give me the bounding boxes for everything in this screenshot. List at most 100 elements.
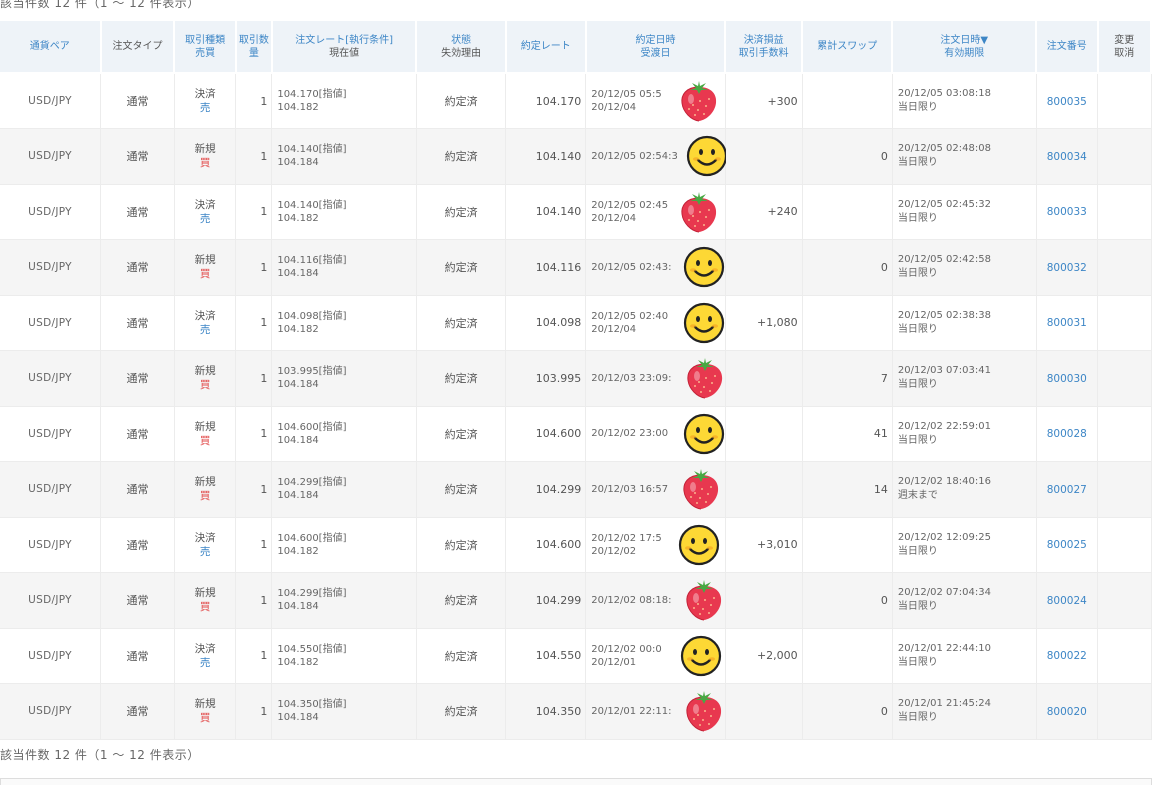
cell-exec-rate: 104.600 [505,517,587,573]
current-rate: 104.182 [277,545,319,557]
strawberry-sticker [678,79,720,123]
current-rate: 104.182 [277,323,319,335]
cell-status: 約定済 [416,295,507,351]
cell-order-rate: 104.600[指値] 104.182 [271,517,417,573]
order-number-link[interactable]: 800020 [1047,706,1087,718]
cell-order-type: 通常 [100,239,175,296]
cell-order-rate: 104.350[指値] 104.184 [271,683,417,740]
smiley-sticker [680,634,722,678]
trade-kind-label: 決済 [194,88,216,100]
current-rate: 104.184 [277,712,319,724]
side-label: 買 [199,490,211,503]
trade-kind-label: 決済 [194,309,216,322]
trade-kind-label: 新規 [194,420,216,433]
order-number-link[interactable]: 800033 [1047,206,1087,218]
order-number-link[interactable]: 800024 [1047,595,1087,607]
cell-quantity: 1 [235,517,273,573]
cell-trade-kind: 新規買 [174,461,237,518]
cell-exec-datetime: 20/12/02 00:0 20/12/01 [585,628,726,684]
cell-settlement-pl [725,350,803,407]
col-header-order-type: 注文タイプ [100,21,176,74]
order-number-link[interactable]: 800032 [1047,262,1087,274]
current-rate: 104.184 [277,268,319,280]
order-datetime: 20/12/02 22:59:01 [897,420,991,432]
cell-trade-kind: 新規買 [174,572,237,629]
cell-quantity: 1 [235,350,273,407]
cell-exec-rate: 104.098 [505,295,587,351]
cell-exec-datetime: 20/12/05 02:43: [585,239,726,296]
cell-trade-kind: 決済売 [174,184,237,240]
cell-settlement-pl: +2,000 [725,628,803,684]
cell-status: 約定済 [416,239,507,296]
cell-settlement-pl [725,406,803,462]
cell-cancel [1097,239,1152,296]
table-row: USD/JPY 通常 決済売 1 104.170[指値] 104.182 約定済 104.17… [0,73,1152,129]
cell-order-type: 通常 [100,517,175,573]
cell-order-type: 通常 [100,73,175,129]
order-number-link[interactable]: 800025 [1047,539,1087,551]
cell-pair: USD/JPY [0,295,102,351]
cell-trade-kind: 新規買 [174,239,237,296]
order-datetime: 20/12/01 21:45:24 [897,698,991,710]
order-rate: 104.299[指値] [277,588,347,600]
cell-status: 約定済 [416,628,507,684]
col-header-order-rate[interactable]: 注文レート[執行条件] 現在値 [271,21,418,74]
cell-exec-datetime: 20/12/03 23:09: [585,350,726,407]
cell-quantity: 1 [235,295,273,351]
order-number-link[interactable]: 800034 [1047,151,1087,163]
cell-cancel [1097,628,1152,684]
order-datetime: 20/12/02 12:09:25 [897,531,991,543]
cell-trade-kind: 決済売 [174,73,237,129]
table-row: USD/JPY 通常 新規買 1 104.299[指値] 104.184 約定済 104.29… [0,461,1152,518]
order-datetime: 20/12/05 02:48:08 [897,143,991,155]
side-label: 売 [199,323,211,336]
cell-quantity: 1 [235,406,273,462]
col-header-quantity[interactable]: 取引数量 [235,21,273,74]
trade-kind-label: 新規 [194,587,216,600]
cell-pair: USD/JPY [0,128,102,185]
current-rate: 104.182 [277,212,319,224]
cell-order-type: 通常 [100,461,175,518]
cell-cancel [1097,184,1152,240]
cell-settlement-pl: +240 [725,184,803,240]
order-number-link[interactable]: 800028 [1047,428,1087,440]
col-header-trade-kind[interactable]: 取引種類 売買 [174,21,237,74]
cell-order-rate: 104.600[指値] 104.184 [271,406,417,462]
col-header-status[interactable]: 状態 失効理由 [416,21,507,74]
order-number-link[interactable]: 800027 [1047,484,1087,496]
cell-order-rate: 104.170[指値] 104.182 [271,73,417,129]
cell-quantity: 1 [235,628,273,684]
cell-cancel [1097,295,1152,351]
order-rate: 104.140[指値] [277,199,347,211]
cell-order-rate: 103.995[指値] 104.184 [271,350,417,407]
cell-exec-datetime: 20/12/05 02:54:3 [585,128,728,185]
cell-exec-datetime: 20/12/02 17:5 20/12/02 [585,517,726,573]
order-number-link[interactable]: 800030 [1047,373,1087,385]
current-rate: 104.182 [277,102,319,113]
cell-order-rate: 104.299[指値] 104.184 [271,572,417,629]
col-header-settlement-pl[interactable]: 決済損益 取引手数料 [725,21,804,74]
col-header-pair[interactable]: 通貨ペア [0,21,102,74]
order-rate: 104.140[指値] [277,144,347,156]
expiry: 当日限り [897,323,938,335]
trade-kind-label: 決済 [194,198,216,211]
cell-status: 約定済 [416,184,507,240]
order-rate: 104.098[指値] [277,310,347,322]
expiry: 当日限り [897,157,938,169]
col-header-order-no[interactable]: 注文番号 [1036,21,1099,74]
cell-settlement-pl: +3,010 [725,517,803,573]
col-header-exec-rate[interactable]: 約定レート [505,21,587,74]
cell-order-no: 800027 [1036,461,1099,518]
order-datetime: 20/12/01 22:44:10 [897,642,991,654]
col-header-exec-datetime[interactable]: 約定日時 受渡日 [585,21,727,74]
col-header-order-datetime[interactable]: 注文日時▼ 有効期限 [892,21,1038,74]
order-number-link[interactable]: 800035 [1047,96,1087,108]
col-header-swap[interactable]: 累計スワップ [802,21,894,74]
cell-exec-rate: 104.140 [505,184,587,240]
cell-settlement-pl [725,572,803,629]
order-number-link[interactable]: 800031 [1047,317,1087,329]
cell-swap: 41 [802,406,893,462]
cell-cancel [1097,683,1152,740]
order-rate: 104.299[指値] [277,477,347,489]
order-number-link[interactable]: 800022 [1047,650,1087,662]
